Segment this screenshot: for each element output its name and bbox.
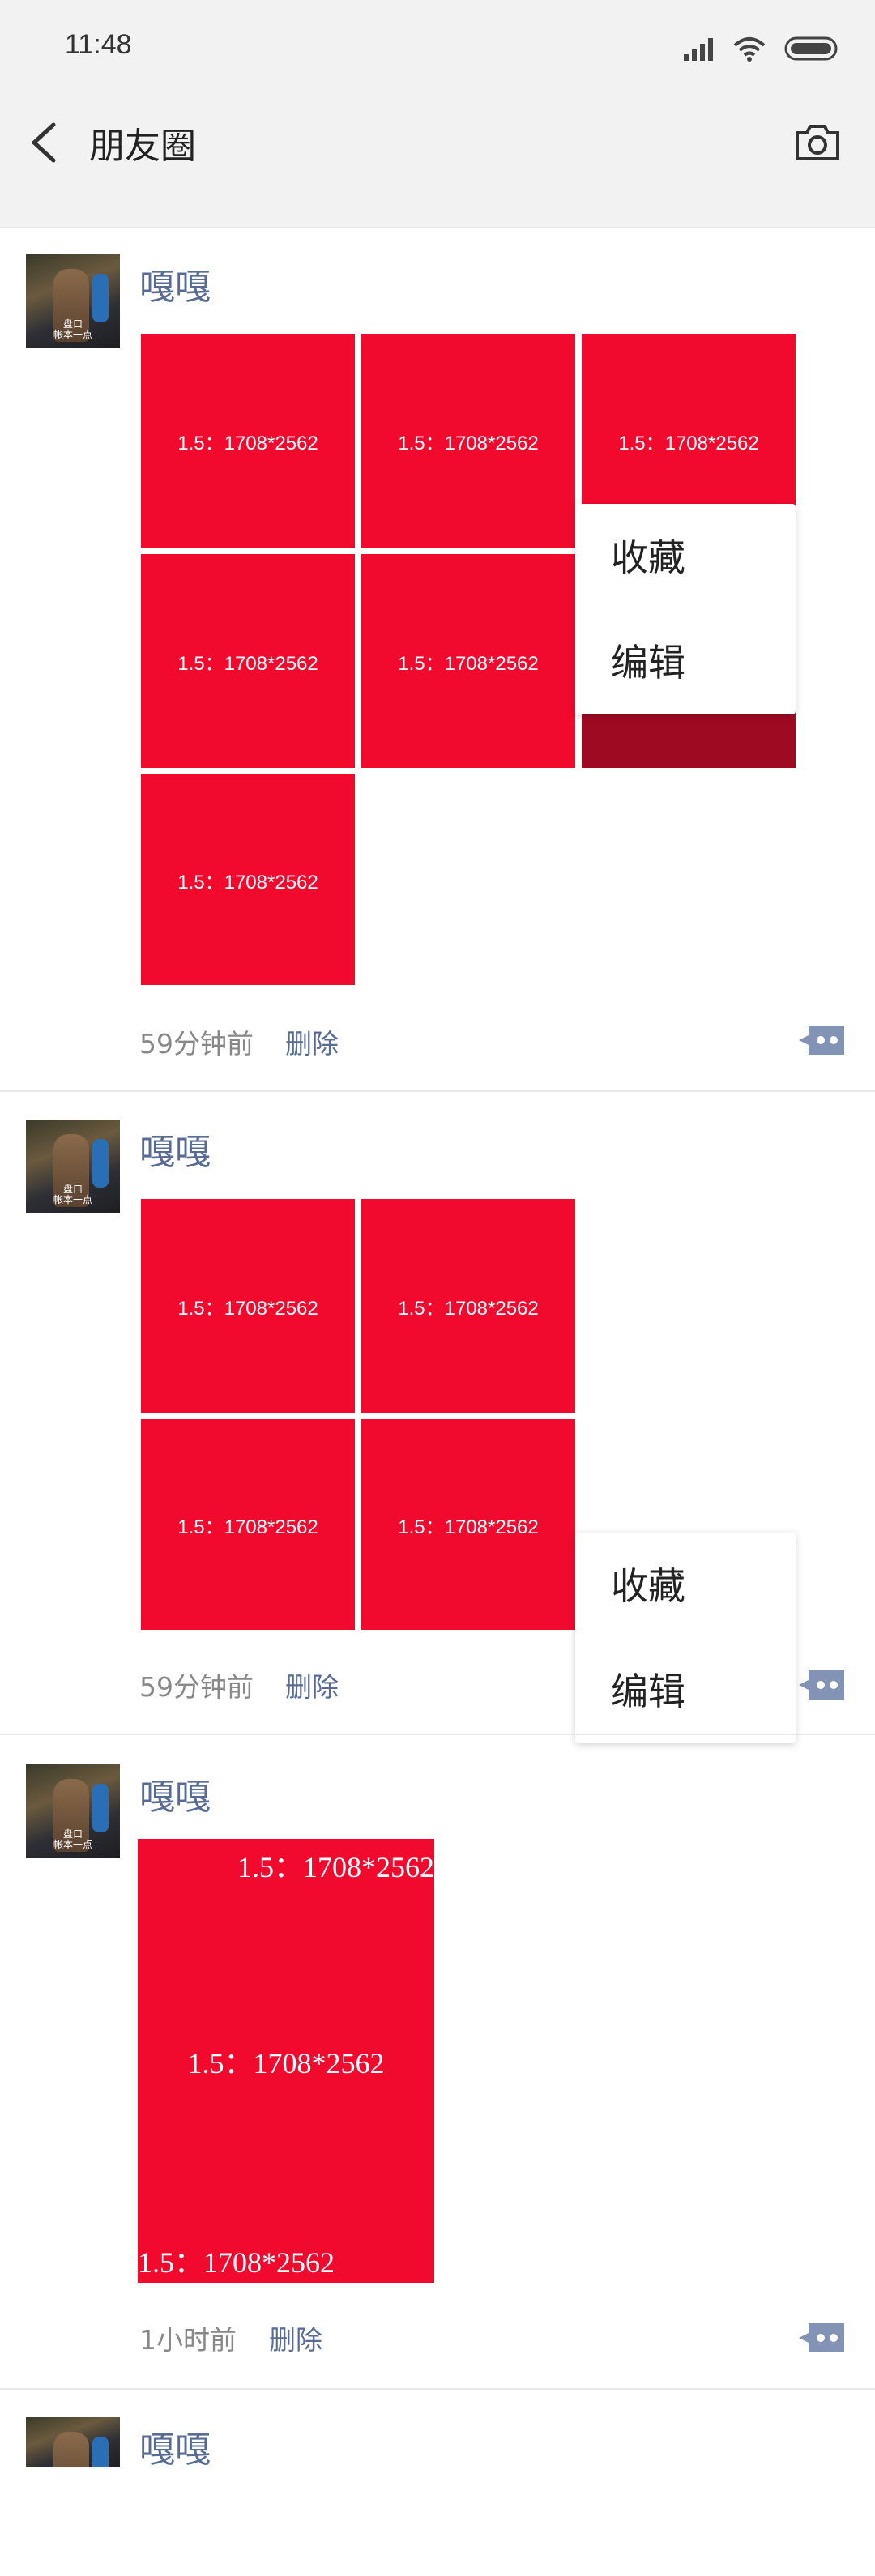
status-bar: 11:48 [0,0,875,97]
divider [0,1734,875,1735]
signal-icon [684,38,713,61]
post-time: 59分钟前 [139,1671,254,1703]
comment-icon[interactable] [797,1669,846,1701]
battery-icon [784,36,838,61]
username[interactable]: 嘎嘎 [139,2420,211,2472]
image-thumbnail[interactable]: 1.5：1708*2562 [361,334,575,548]
avatar[interactable] [26,2417,120,2467]
avatar[interactable]: 盘口 帐本一点 [26,1120,120,1213]
divider [0,1090,875,1092]
comment-icon[interactable] [797,1024,846,1056]
menu-collect[interactable]: 收藏 [611,1557,685,1610]
menu-edit[interactable]: 编辑 [611,633,685,687]
image-thumbnail[interactable]: 1.5：1708*2562 [361,1199,575,1413]
image-thumbnail[interactable]: 1.5：1708*2562 [361,1419,575,1630]
post-time: 59分钟前 [139,1028,254,1060]
image-thumbnail[interactable]: 1.5：1708*2562 [141,334,355,548]
context-menu: 收藏 编辑 [575,1533,796,1743]
context-menu: 收藏 编辑 [575,504,796,714]
avatar-caption: 盘口 帐本一点 [53,318,92,340]
image-label-center: 1.5：1708*2562 [187,2047,385,2079]
username[interactable]: 嘎嘎 [139,258,211,309]
post-time: 1小时前 [139,2324,237,2356]
status-time: 11:48 [65,29,132,60]
menu-edit[interactable]: 编辑 [611,1662,685,1716]
image-single[interactable]: 1.5：1708*2562 1.5：1708*2562 1.5：1708*256… [138,1839,434,2283]
delete-link[interactable]: 删除 [285,1665,339,1704]
avatar[interactable]: 盘口 帐本一点 [26,254,120,348]
image-thumbnail[interactable]: 1.5：1708*2562 [361,554,575,768]
comment-icon[interactable] [797,2322,846,2354]
menu-collect[interactable]: 收藏 [611,528,685,582]
username[interactable]: 嘎嘎 [139,1123,211,1175]
back-icon[interactable] [23,118,65,167]
image-thumbnail[interactable]: 1.5：1708*2562 [141,1199,355,1413]
image-thumbnail[interactable]: 1.5：1708*2562 [141,554,355,768]
image-label-bottom: 1.5：1708*2562 [138,2246,335,2279]
wifi-icon [733,37,766,62]
delete-link[interactable]: 删除 [269,2318,322,2357]
camera-icon[interactable] [792,120,843,165]
image-label-top: 1.5：1708*2562 [237,1851,434,1883]
divider [0,2388,875,2390]
delete-link[interactable]: 删除 [285,1022,339,1061]
page-title: 朋友圈 [89,126,196,167]
username[interactable]: 嘎嘎 [139,1768,211,1819]
image-thumbnail[interactable]: 1.5：1708*2562 [141,1419,355,1630]
avatar[interactable]: 盘口 帐本一点 [26,1764,120,1858]
image-thumbnail[interactable]: 1.5：1708*2562 [141,774,355,985]
